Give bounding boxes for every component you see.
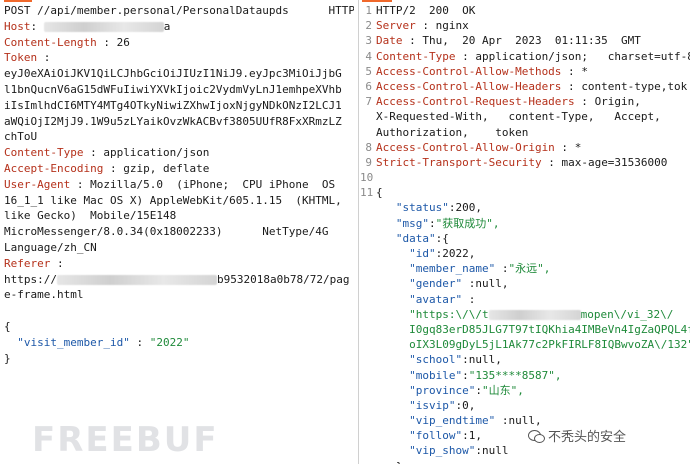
response-line: 2 Server : nginx [365,19,469,33]
user-agent-line: like Gecko) Mobile/15E148 [4,209,177,223]
json-msg: "msg":"获取成功", [395,216,500,230]
json-mobile: "mobile":"135****8587", [409,368,562,382]
body-field-visit-member-id: "visit_member_id" : "2022" [17,335,190,349]
header-referer: Referer : [4,256,64,270]
json-member-name: "member_name" :"永远", [409,262,551,276]
referer-value-line: e-frame.html [4,288,84,302]
request-line: POST //api/member.personal/PersonalDatau… [4,4,354,17]
json-vip-endtime: "vip_endtime" :null, [409,414,542,428]
json-avatar: "avatar" : [409,292,476,306]
json-vip-show: "vip_show":null [409,444,509,458]
freebuf-watermark: FREEBUF [32,420,219,460]
json-data: "data":{ [395,231,449,245]
user-agent-line: 16_1_1 like Mac OS X) AppleWebKit/605.1.… [4,193,342,207]
response-line: 3 Date : Thu, 20 Apr 2023 01:11:35 GMT [365,34,641,48]
response-tab-indicator [362,0,392,2]
request-tab-indicator [4,0,32,2]
json-isvip: "isvip":0, [409,398,476,412]
response-editor[interactable]: 1 HTTP/2 200 OK 2 Server : nginx 3 Date : T… [360,3,690,464]
token-value-line: aWQiOjI2MjJ9.1W9u5zLYaikOvzWkACBvf3805UU… [4,114,342,128]
header-user-agent: User-Agent : Mozilla/5.0 (iPhone; CPU iP… [4,177,336,191]
request-editor[interactable]: POST //api/member.personal/PersonalDatau… [4,3,354,366]
json-follow: "follow":1, [409,429,482,443]
response-line: 11{ [360,186,383,200]
json-id: "id":2022, [409,247,476,260]
response-line: 7 Access-Control-Request-Headers : Origin… [365,95,641,109]
user-agent-line: Language/zh_CN [4,240,97,254]
response-line: Authorization, token [376,125,529,139]
json-close: } [360,459,690,464]
response-line: 9 Strict-Transport-Security : max-age=315… [365,155,668,169]
response-line: X-Requested-With, content-Type, Accept, [376,110,661,124]
redacted-referer [56,274,217,285]
referer-value-line: https://b9532018a0b78/72/pag [4,272,350,286]
wechat-icon [528,429,545,443]
wechat-account-name: 不秃头的安全 [548,430,627,445]
redacted-host [43,21,164,32]
response-pane[interactable]: 1 HTTP/2 200 OK 2 Server : nginx 3 Date : T… [360,0,690,464]
user-agent-line: MicroMessenger/8.0.34(0x18002233) NetTyp… [4,225,329,239]
token-value-line: l1bnQucnV6aG15dWFuIiwiYXVkIjoic2VydmVyLn… [4,82,342,96]
json-school: "school":null, [409,353,502,367]
request-pane[interactable]: POST //api/member.personal/PersonalDatau… [0,0,359,464]
body-close-brace: } [4,351,11,365]
json-avatar-value: "https:\/\/t mopen\/vi_32\/ [409,307,674,321]
token-value-line: chToU [4,130,38,144]
response-line: 5 Access-Control-Allow-Methods : * [365,64,588,78]
header-content-type: Content-Type : application/json [4,146,210,160]
json-avatar-value: I0gq83erD85JLG7T97tIQKhia4IMBeVn4IgZaQPQ… [409,322,690,336]
body-open-brace: { [4,319,11,333]
token-value-line: iIsImlhdCI6MTY4MTg4OTkyNiwiZXhwIjoxNjgyN… [4,98,342,112]
header-content-length: Content-Length : 26 [4,35,130,49]
response-line: 10 [360,171,374,185]
redacted-avatar-url [488,309,581,320]
response-line: 1 HTTP/2 200 OK [365,4,476,17]
response-line: 4 Content-Type : application/json; charse… [365,49,690,63]
header-token: Token : [4,51,51,65]
header-accept-encoding: Accept-Encoding : gzip, deflate [4,161,210,175]
header-host: Host: a [4,19,171,33]
json-gender: "gender" :null, [409,277,509,291]
json-status: "status":200, [395,201,482,215]
response-line: 6 Access-Control-Allow-Headers : content-… [365,79,688,93]
token-value-line: eyJ0eXAiOiJKV1QiLCJhbGciOiJIUzI1NiJ9.eyJ… [4,67,342,81]
json-avatar-value: oIX3L09gDyL5jL1Ak77c2PkFIRLF8IQBwvoZA\/1… [409,338,690,352]
response-line: 8 Access-Control-Allow-Origin : * [365,140,582,154]
wechat-watermark: 不秃头的安全 [528,426,626,445]
json-province: "province":"山东", [409,383,524,397]
